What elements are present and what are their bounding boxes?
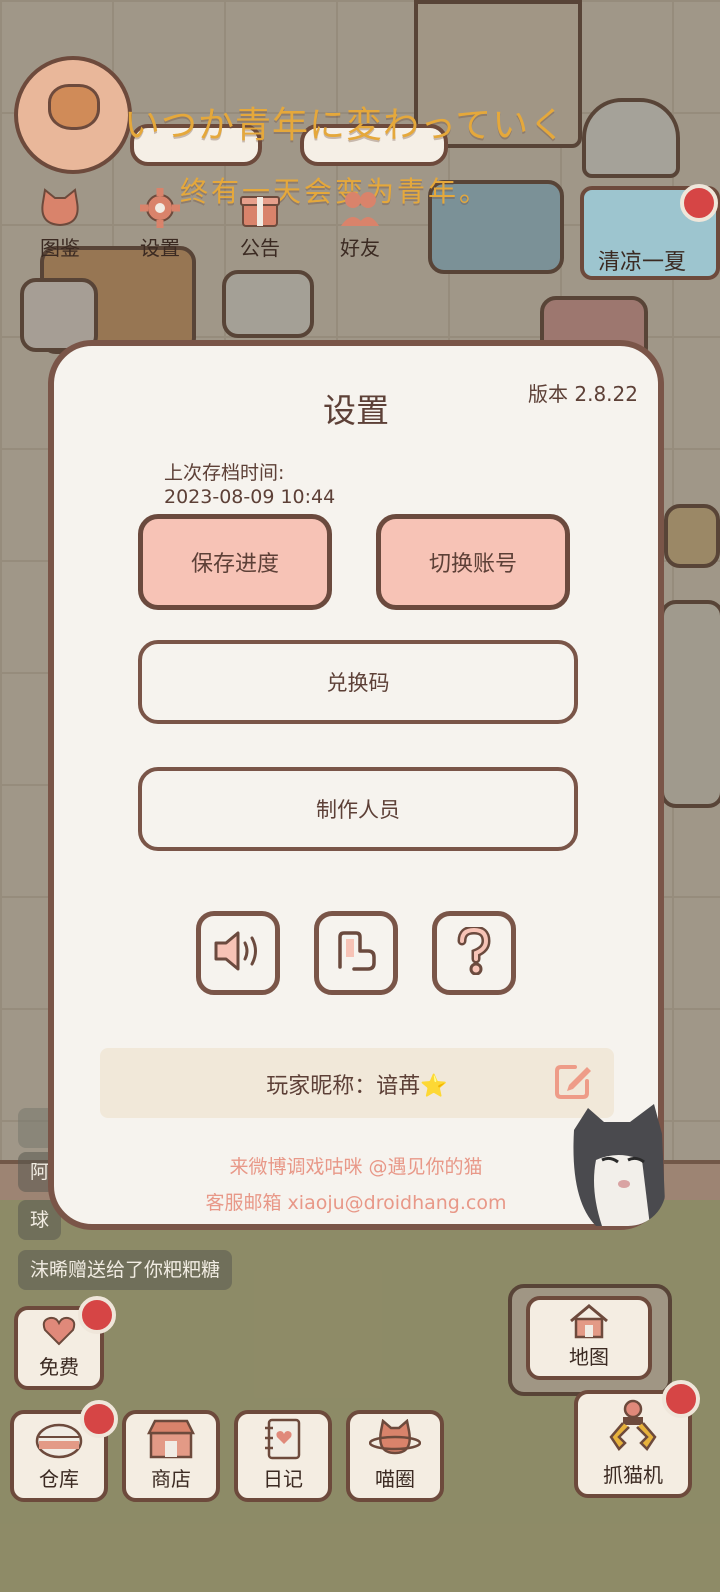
diary-label: 日记 <box>263 1467 303 1491</box>
credits-button[interactable]: 制作人员 <box>138 767 578 851</box>
gift-icon <box>237 188 283 228</box>
bowl-icon <box>35 1414 83 1463</box>
heart-icon <box>42 1310 76 1351</box>
shop-icon <box>147 1414 195 1463</box>
free-badge <box>78 1296 116 1334</box>
menu-label: 好友 <box>340 236 380 260</box>
last-save-time: 2023-08-09 10:44 <box>164 486 336 508</box>
menu-label: 设置 <box>140 236 180 260</box>
menu-label: 图鉴 <box>40 236 80 260</box>
save-progress-button[interactable]: 保存进度 <box>138 514 332 610</box>
menu-notice[interactable]: 公告 <box>224 188 296 261</box>
edit-nickname-button[interactable] <box>552 1062 594 1104</box>
house-icon <box>567 1300 611 1341</box>
menu-collection[interactable]: 图鉴 <box>24 188 96 261</box>
bear-face <box>48 84 100 130</box>
menu-friends[interactable]: 好友 <box>324 188 396 261</box>
shop-label: 商店 <box>151 1467 191 1491</box>
cat-head-icon <box>37 188 83 228</box>
cat-planet-icon <box>369 1414 421 1463</box>
map-label: 地图 <box>569 1345 609 1369</box>
music-note-icon <box>332 929 380 977</box>
shop-button[interactable]: 商店 <box>122 1410 220 1502</box>
diary-button[interactable]: 日记 <box>234 1410 332 1502</box>
edit-icon <box>553 1061 593 1105</box>
slogan-japanese: いつか青年に変わっていく <box>124 105 567 146</box>
version-label: 版本 2.8.22 <box>528 382 638 406</box>
settings-dialog: 设置 版本 2.8.22 上次存档时间: 2023-08-09 10:44 保存… <box>48 340 666 1230</box>
map-button[interactable]: 地图 <box>526 1296 652 1380</box>
free-label: 免费 <box>39 1355 79 1379</box>
player-avatar[interactable] <box>14 56 132 174</box>
cat-circle-button[interactable]: 喵圈 <box>346 1410 444 1502</box>
last-save-label: 上次存档时间: <box>164 462 285 484</box>
music-toggle-button[interactable] <box>314 911 398 995</box>
warehouse-badge <box>80 1400 118 1438</box>
claw-badge <box>662 1380 700 1418</box>
speaker-icon <box>212 929 264 977</box>
warehouse-label: 仓库 <box>39 1467 79 1491</box>
cat-circle-label: 喵圈 <box>375 1467 415 1491</box>
menu-settings[interactable]: 设置 <box>124 188 196 261</box>
gear-icon <box>137 188 183 228</box>
cat-photo <box>566 1100 666 1226</box>
player-nickname: 玩家昵称：谙苒⭐ <box>266 1074 448 1099</box>
nickname-bar: 玩家昵称：谙苒⭐ <box>100 1048 614 1118</box>
summer-event-label: 清凉一夏 <box>598 250 687 275</box>
notification-badge <box>680 184 718 222</box>
help-icon <box>454 925 494 979</box>
chat-message: 沫晞赠送给了你粑粑糖 <box>18 1250 233 1290</box>
claw-icon <box>605 1394 661 1459</box>
redeem-code-button[interactable]: 兑换码 <box>138 640 578 724</box>
switch-account-button[interactable]: 切换账号 <box>376 514 570 610</box>
diary-icon <box>263 1414 303 1463</box>
sound-toggle-button[interactable] <box>196 911 280 995</box>
menu-label: 公告 <box>240 236 280 260</box>
claw-machine-label: 抓猫机 <box>603 1463 663 1487</box>
friends-icon <box>337 188 383 228</box>
help-button[interactable] <box>432 911 516 995</box>
